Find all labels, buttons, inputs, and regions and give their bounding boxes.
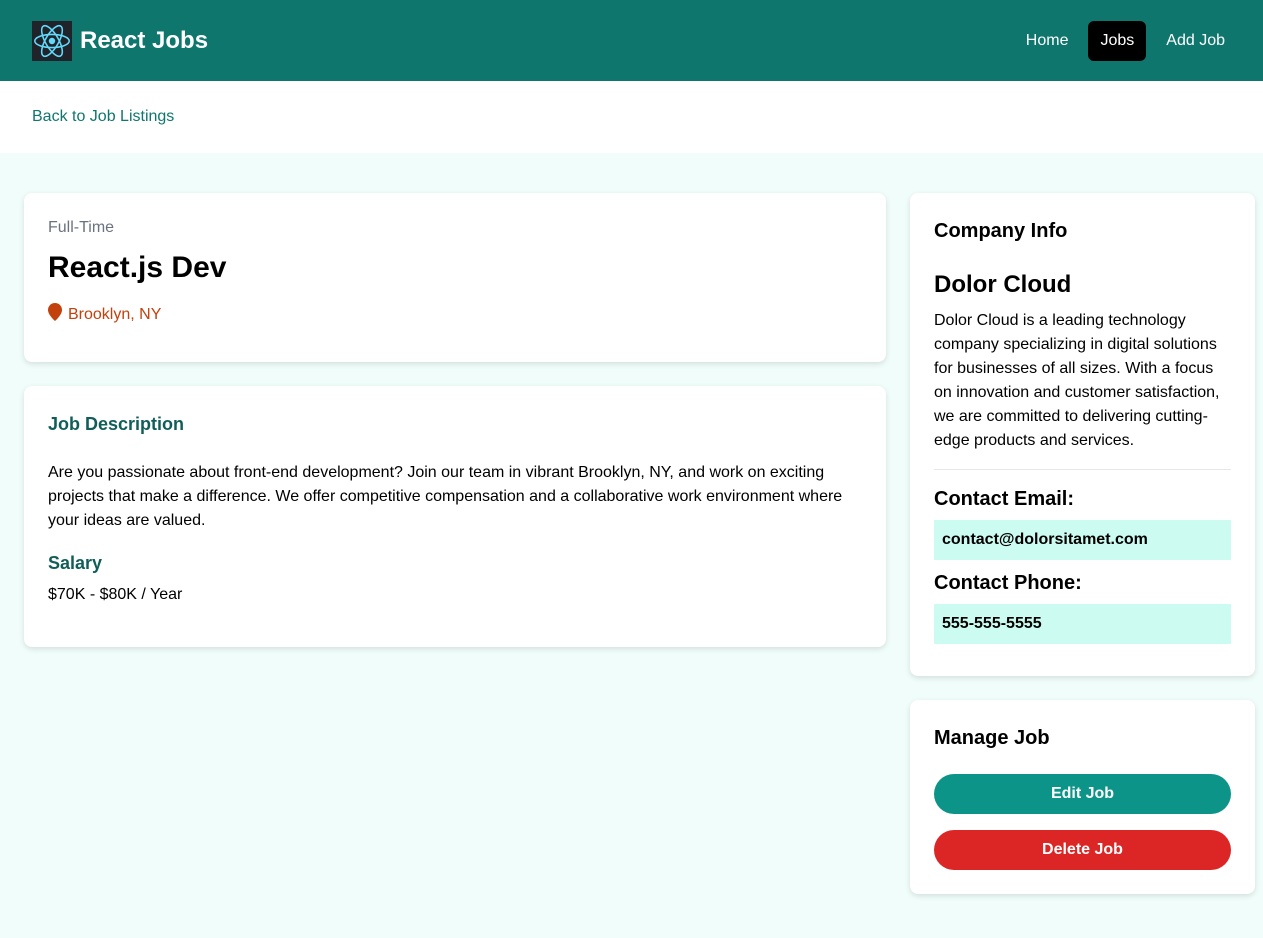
map-marker-icon [48,303,62,326]
contact-email-label: Contact Email: [934,488,1075,510]
salary-value: $70K - $80K / Year [48,586,183,603]
job-location: Brooklyn, NY [48,303,862,326]
nav-link-home[interactable]: Home [1014,21,1081,61]
navbar: React Jobs Home Jobs Add Job [0,0,1263,81]
manage-job-card: Manage Job Edit Job Delete Job [910,700,1255,894]
company-info-card: Company Info Dolor Cloud Dolor Cloud is … [910,193,1255,676]
nav-link-add-job[interactable]: Add Job [1154,21,1237,61]
job-description-text: Are you passionate about front-end devel… [48,464,843,529]
brand[interactable]: React Jobs [32,20,208,61]
nav-link-jobs[interactable]: Jobs [1088,20,1147,61]
job-description-card: Job Description Are you passionate about… [24,386,886,647]
right-column: Company Info Dolor Cloud Dolor Cloud is … [910,193,1255,894]
delete-job-button[interactable]: Delete Job [934,830,1231,870]
company-description: Dolor Cloud is a leading technology comp… [934,312,1220,449]
contact-phone-label: Contact Phone: [934,572,1082,594]
back-to-listings-link[interactable]: Back to Job Listings [32,108,174,126]
divider [934,469,1231,470]
job-location-text: Brooklyn, NY [68,305,162,323]
manage-job-heading: Manage Job [934,727,1050,749]
job-title: React.js Dev [48,251,227,284]
edit-job-button[interactable]: Edit Job [934,774,1231,814]
contact-email-value: contact@dolorsitamet.com [934,520,1231,560]
main-content: Full-Time React.js Dev Brooklyn, NY Job … [0,153,1263,894]
job-type: Full-Time [48,219,115,236]
brand-name[interactable]: React Jobs [80,27,208,55]
nav-links: Home Jobs Add Job [1014,20,1237,61]
company-info-heading: Company Info [934,220,1068,242]
left-column: Full-Time React.js Dev Brooklyn, NY Job … [24,193,886,894]
contact-phone-value: 555-555-5555 [934,604,1231,644]
job-description-heading: Job Description [48,414,185,434]
react-logo-icon[interactable] [32,20,72,61]
company-name: Dolor Cloud [934,271,1072,298]
salary-heading: Salary [48,553,103,573]
back-bar: Back to Job Listings [0,81,1263,153]
job-header-card: Full-Time React.js Dev Brooklyn, NY [24,193,886,362]
